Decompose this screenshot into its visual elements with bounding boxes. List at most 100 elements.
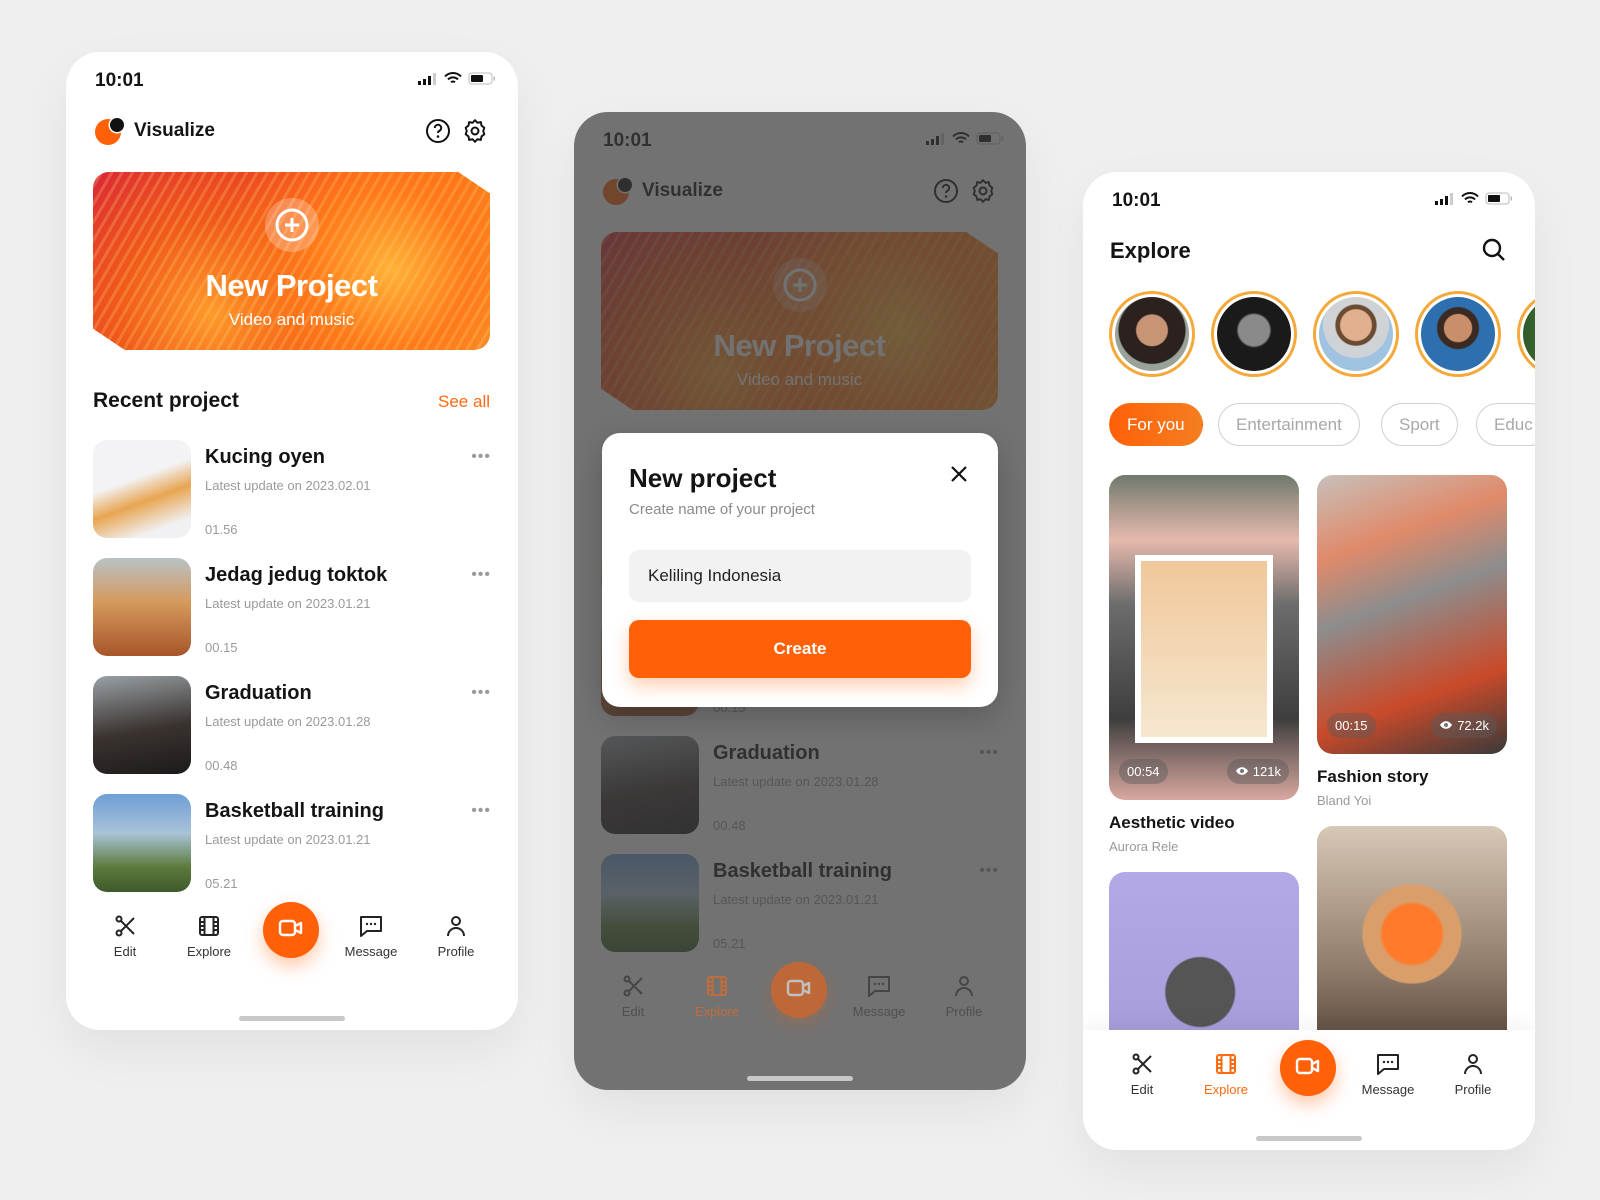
project-thumbnail <box>93 794 191 892</box>
video-card[interactable]: 00:54 121k <box>1109 475 1299 800</box>
bottom-nav: Edit Explore Message Profile <box>574 960 1026 1030</box>
nav-label: Explore <box>186 944 232 959</box>
record-button[interactable] <box>1280 1040 1336 1096</box>
status-time: 10:01 <box>95 70 144 91</box>
nav-explore[interactable]: Explore <box>677 974 757 1019</box>
help-icon[interactable] <box>425 118 451 144</box>
close-icon[interactable] <box>950 465 968 488</box>
views-count: 72.2k <box>1457 718 1489 733</box>
views-badge: 121k <box>1226 759 1289 784</box>
person-icon <box>1433 1052 1513 1076</box>
nav-edit[interactable]: Edit <box>85 914 165 959</box>
project-title: Basketball training <box>205 800 384 822</box>
new-project-banner[interactable]: New Project Video and music <box>93 172 490 350</box>
dialog-subtitle: Create name of your project <box>629 501 815 518</box>
project-thumbnail <box>93 676 191 774</box>
see-all-link[interactable]: See all <box>438 392 490 412</box>
status-icons <box>418 72 496 90</box>
nav-message[interactable]: Message <box>331 914 411 959</box>
video-author: Aurora Rele <box>1109 839 1179 854</box>
nav-label: Edit <box>113 944 137 959</box>
home-indicator <box>239 1016 345 1021</box>
project-list-item[interactable]: Jedag jedug toktok Latest update on 2023… <box>93 558 491 656</box>
chip-row: For you Entertainment Sport Educ <box>1083 172 1535 472</box>
video-camera-icon <box>278 918 304 943</box>
person-icon <box>924 974 1004 998</box>
project-duration: 01.56 <box>205 522 238 537</box>
video-title: Aesthetic video <box>1109 813 1235 832</box>
eye-icon <box>1439 718 1453 733</box>
nav-message[interactable]: Message <box>839 974 919 1019</box>
nav-explore[interactable]: Explore <box>1186 1052 1266 1097</box>
message-icon <box>1348 1052 1428 1076</box>
more-options-icon[interactable]: ••• <box>471 802 491 820</box>
project-list-item[interactable]: Kucing oyen Latest update on 2023.02.01 … <box>93 440 491 538</box>
more-options-icon[interactable]: ••• <box>471 566 491 584</box>
nav-message[interactable]: Message <box>1348 1052 1428 1097</box>
scissors-icon <box>593 974 673 998</box>
nav-label: Explore <box>694 1004 740 1019</box>
create-button[interactable]: Create <box>629 620 971 678</box>
nav-profile[interactable]: Profile <box>924 974 1004 1019</box>
video-camera-icon <box>786 978 812 1003</box>
project-thumbnail <box>93 440 191 538</box>
film-icon <box>1186 1052 1266 1076</box>
duration-badge: 00:54 <box>1119 759 1168 784</box>
project-updated: Latest update on 2023.02.01 <box>205 478 371 493</box>
duration-badge: 00:15 <box>1327 713 1376 738</box>
home-indicator <box>1256 1136 1362 1141</box>
project-duration: 00.48 <box>205 758 238 773</box>
nav-profile[interactable]: Profile <box>1433 1052 1513 1097</box>
plus-circle-icon[interactable] <box>264 198 319 252</box>
film-icon <box>677 974 757 998</box>
project-list-item[interactable]: Basketball training Latest update on 202… <box>93 794 491 892</box>
category-chip[interactable]: For you <box>1109 403 1203 446</box>
nav-label: Profile <box>437 944 475 959</box>
category-chip[interactable]: Educ <box>1476 403 1535 446</box>
more-options-icon[interactable]: ••• <box>471 684 491 702</box>
video-title: Fashion story <box>1317 767 1429 786</box>
nav-label: Message <box>852 1004 906 1019</box>
category-chip[interactable]: Entertainment <box>1218 403 1360 446</box>
video-camera-icon <box>1295 1056 1321 1081</box>
settings-gear-icon[interactable] <box>462 118 488 144</box>
nav-explore[interactable]: Explore <box>169 914 249 959</box>
project-title: Kucing oyen <box>205 446 326 468</box>
nav-edit[interactable]: Edit <box>1102 1052 1182 1097</box>
explore-screen: 10:01 Explore For you Entertainment Sport E… <box>1083 172 1535 1150</box>
category-chip[interactable]: Sport <box>1381 403 1458 446</box>
section-title: Recent project <box>93 389 239 412</box>
views-badge: 72.2k <box>1431 713 1497 738</box>
project-title: Graduation <box>205 682 312 704</box>
nav-label: Message <box>1361 1082 1415 1097</box>
nav-edit[interactable]: Edit <box>593 974 673 1019</box>
nav-profile[interactable]: Profile <box>416 914 496 959</box>
scissors-icon <box>85 914 165 938</box>
video-thumbnail <box>1135 555 1273 743</box>
film-icon <box>169 914 249 938</box>
app-logo <box>93 116 127 146</box>
nav-label: Explore <box>1203 1082 1249 1097</box>
signal-icon <box>418 72 438 90</box>
dialog-title: New project <box>629 463 777 493</box>
bottom-nav: Edit Explore Message Profile <box>66 900 518 970</box>
new-project-dialog: New project Create name of your project … <box>602 433 998 707</box>
nav-label: Edit <box>1130 1082 1154 1097</box>
record-button[interactable] <box>263 902 319 958</box>
nav-label: Message <box>344 944 398 959</box>
project-name-input[interactable]: Keliling Indonesia <box>629 550 971 602</box>
nav-label: Profile <box>945 1004 983 1019</box>
project-updated: Latest update on 2023.01.21 <box>205 832 371 847</box>
video-card[interactable]: 00:15 72.2k <box>1317 475 1507 754</box>
more-options-icon[interactable]: ••• <box>471 448 491 466</box>
views-count: 121k <box>1252 764 1281 779</box>
project-list-item[interactable]: Graduation Latest update on 2023.01.28 0… <box>93 676 491 774</box>
person-icon <box>416 914 496 938</box>
project-thumbnail <box>93 558 191 656</box>
banner-subtitle: Video and music <box>228 310 355 329</box>
record-button[interactable] <box>771 962 827 1018</box>
eye-icon <box>1235 764 1249 779</box>
project-updated: Latest update on 2023.01.21 <box>205 596 371 611</box>
battery-icon <box>468 72 496 90</box>
project-duration: 00.15 <box>205 640 238 655</box>
